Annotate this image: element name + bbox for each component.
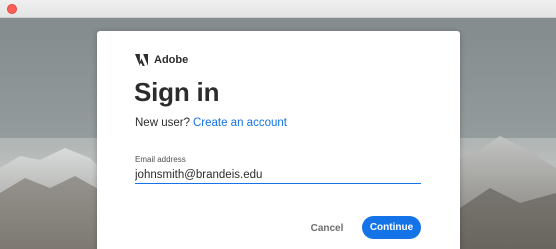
adobe-logo-icon [135, 54, 148, 66]
create-account-link[interactable]: Create an account [193, 117, 287, 129]
app-window: Adobe Sign in New user? Create an account… [0, 0, 556, 249]
brand-name: Adobe [154, 54, 189, 66]
page-title: Sign in [134, 77, 220, 107]
cancel-button[interactable]: Cancel [305, 218, 349, 238]
new-user-row: New user? Create an account [135, 117, 287, 129]
brand: Adobe [135, 54, 188, 66]
email-field[interactable] [135, 166, 421, 184]
new-user-text: New user? [135, 117, 190, 129]
email-label: Email address [135, 155, 186, 164]
continue-button[interactable]: Continue [362, 216, 421, 239]
close-window-button[interactable] [7, 4, 17, 14]
sign-in-card: Adobe Sign in New user? Create an account… [97, 31, 460, 249]
title-bar [0, 0, 556, 18]
